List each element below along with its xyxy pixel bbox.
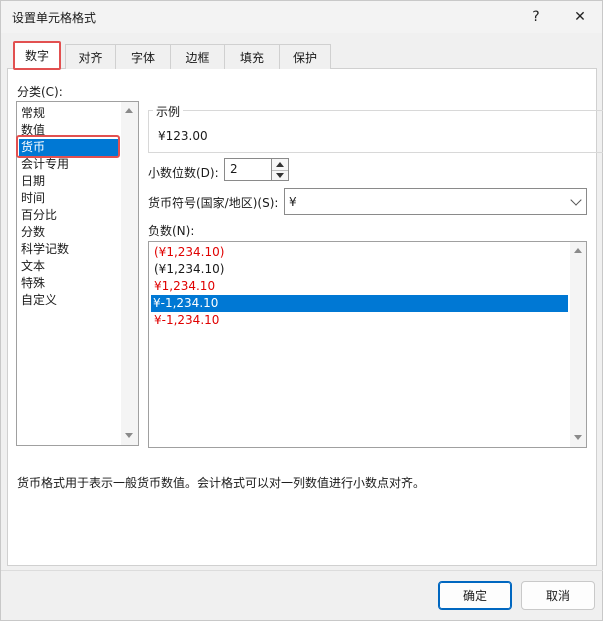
tab-border[interactable]: 边框	[170, 44, 225, 69]
sample-group-title: 示例	[153, 103, 184, 120]
negative-numbers-scrollbar[interactable]	[570, 242, 586, 447]
tab-alignment[interactable]: 对齐	[65, 44, 116, 69]
negative-format-option[interactable]: (¥1,234.10)	[152, 244, 224, 261]
spin-down-icon	[276, 173, 284, 178]
scroll-down-icon[interactable]	[574, 435, 582, 440]
category-item-custom[interactable]: 自定义	[21, 292, 57, 309]
category-item-date[interactable]: 日期	[21, 173, 45, 190]
category-item-scientific[interactable]: 科学记数	[21, 241, 69, 258]
tab-protection[interactable]: 保护	[279, 44, 331, 69]
category-item-general[interactable]: 常规	[21, 105, 45, 122]
sample-group	[148, 110, 603, 153]
chevron-down-icon	[570, 193, 582, 206]
currency-symbol-dropdown[interactable]: ¥	[284, 188, 587, 215]
spin-down-button[interactable]	[272, 170, 288, 181]
spin-up-icon	[276, 162, 284, 167]
scroll-up-icon[interactable]	[574, 248, 582, 253]
category-item-text[interactable]: 文本	[21, 258, 45, 275]
category-item-fraction[interactable]: 分数	[21, 224, 45, 241]
negative-format-option-selected[interactable]: ¥-1,234.10	[151, 295, 568, 312]
scroll-down-icon[interactable]	[125, 433, 133, 438]
scroll-up-icon[interactable]	[125, 108, 133, 113]
decimal-places-label: 小数位数(D):	[148, 166, 219, 180]
negative-format-option[interactable]: (¥1,234.10)	[152, 261, 224, 278]
tab-fill[interactable]: 填充	[224, 44, 280, 69]
negative-numbers-label: 负数(N):	[148, 224, 195, 238]
decimal-places-spinner[interactable]	[272, 158, 289, 181]
dropdown-button[interactable]	[566, 189, 586, 214]
format-description: 货币格式用于表示一般货币数值。会计格式可以对一列数值进行小数点对齐。	[17, 476, 426, 490]
currency-symbol-label: 货币符号(国家/地区)(S):	[148, 196, 279, 210]
category-label: 分类(C):	[17, 85, 63, 99]
currency-symbol-value: ¥	[289, 195, 297, 209]
category-item-special[interactable]: 特殊	[21, 275, 45, 292]
selection-highlight-outline	[16, 135, 120, 158]
format-cells-dialog: 设置单元格格式 ? ✕ 数字 对齐 字体 边框 填充 保护 分类(C): 常规 …	[0, 0, 603, 621]
category-item-accounting[interactable]: 会计专用	[21, 156, 69, 173]
footer-divider	[1, 570, 603, 571]
sample-value: ¥123.00	[158, 129, 208, 143]
cancel-button[interactable]: 取消	[521, 581, 595, 610]
category-item-time[interactable]: 时间	[21, 190, 45, 207]
spin-up-button[interactable]	[272, 159, 288, 170]
dialog-title: 设置单元格格式	[12, 11, 97, 25]
tab-number[interactable]: 数字	[13, 41, 61, 70]
tab-font[interactable]: 字体	[115, 44, 171, 69]
negative-format-option[interactable]: ¥-1,234.10	[152, 312, 219, 329]
decimal-places-input[interactable]: 2	[224, 158, 272, 181]
negative-format-option[interactable]: ¥1,234.10	[152, 278, 215, 295]
help-button[interactable]: ?	[513, 1, 559, 33]
negative-numbers-listbox[interactable]: (¥1,234.10) (¥1,234.10) ¥1,234.10 ¥-1,23…	[148, 241, 587, 448]
category-scrollbar[interactable]	[121, 102, 138, 445]
ok-button[interactable]: 确定	[438, 581, 512, 610]
category-item-percentage[interactable]: 百分比	[21, 207, 57, 224]
close-button[interactable]: ✕	[557, 1, 603, 33]
title-bar: 设置单元格格式 ? ✕	[1, 1, 602, 33]
